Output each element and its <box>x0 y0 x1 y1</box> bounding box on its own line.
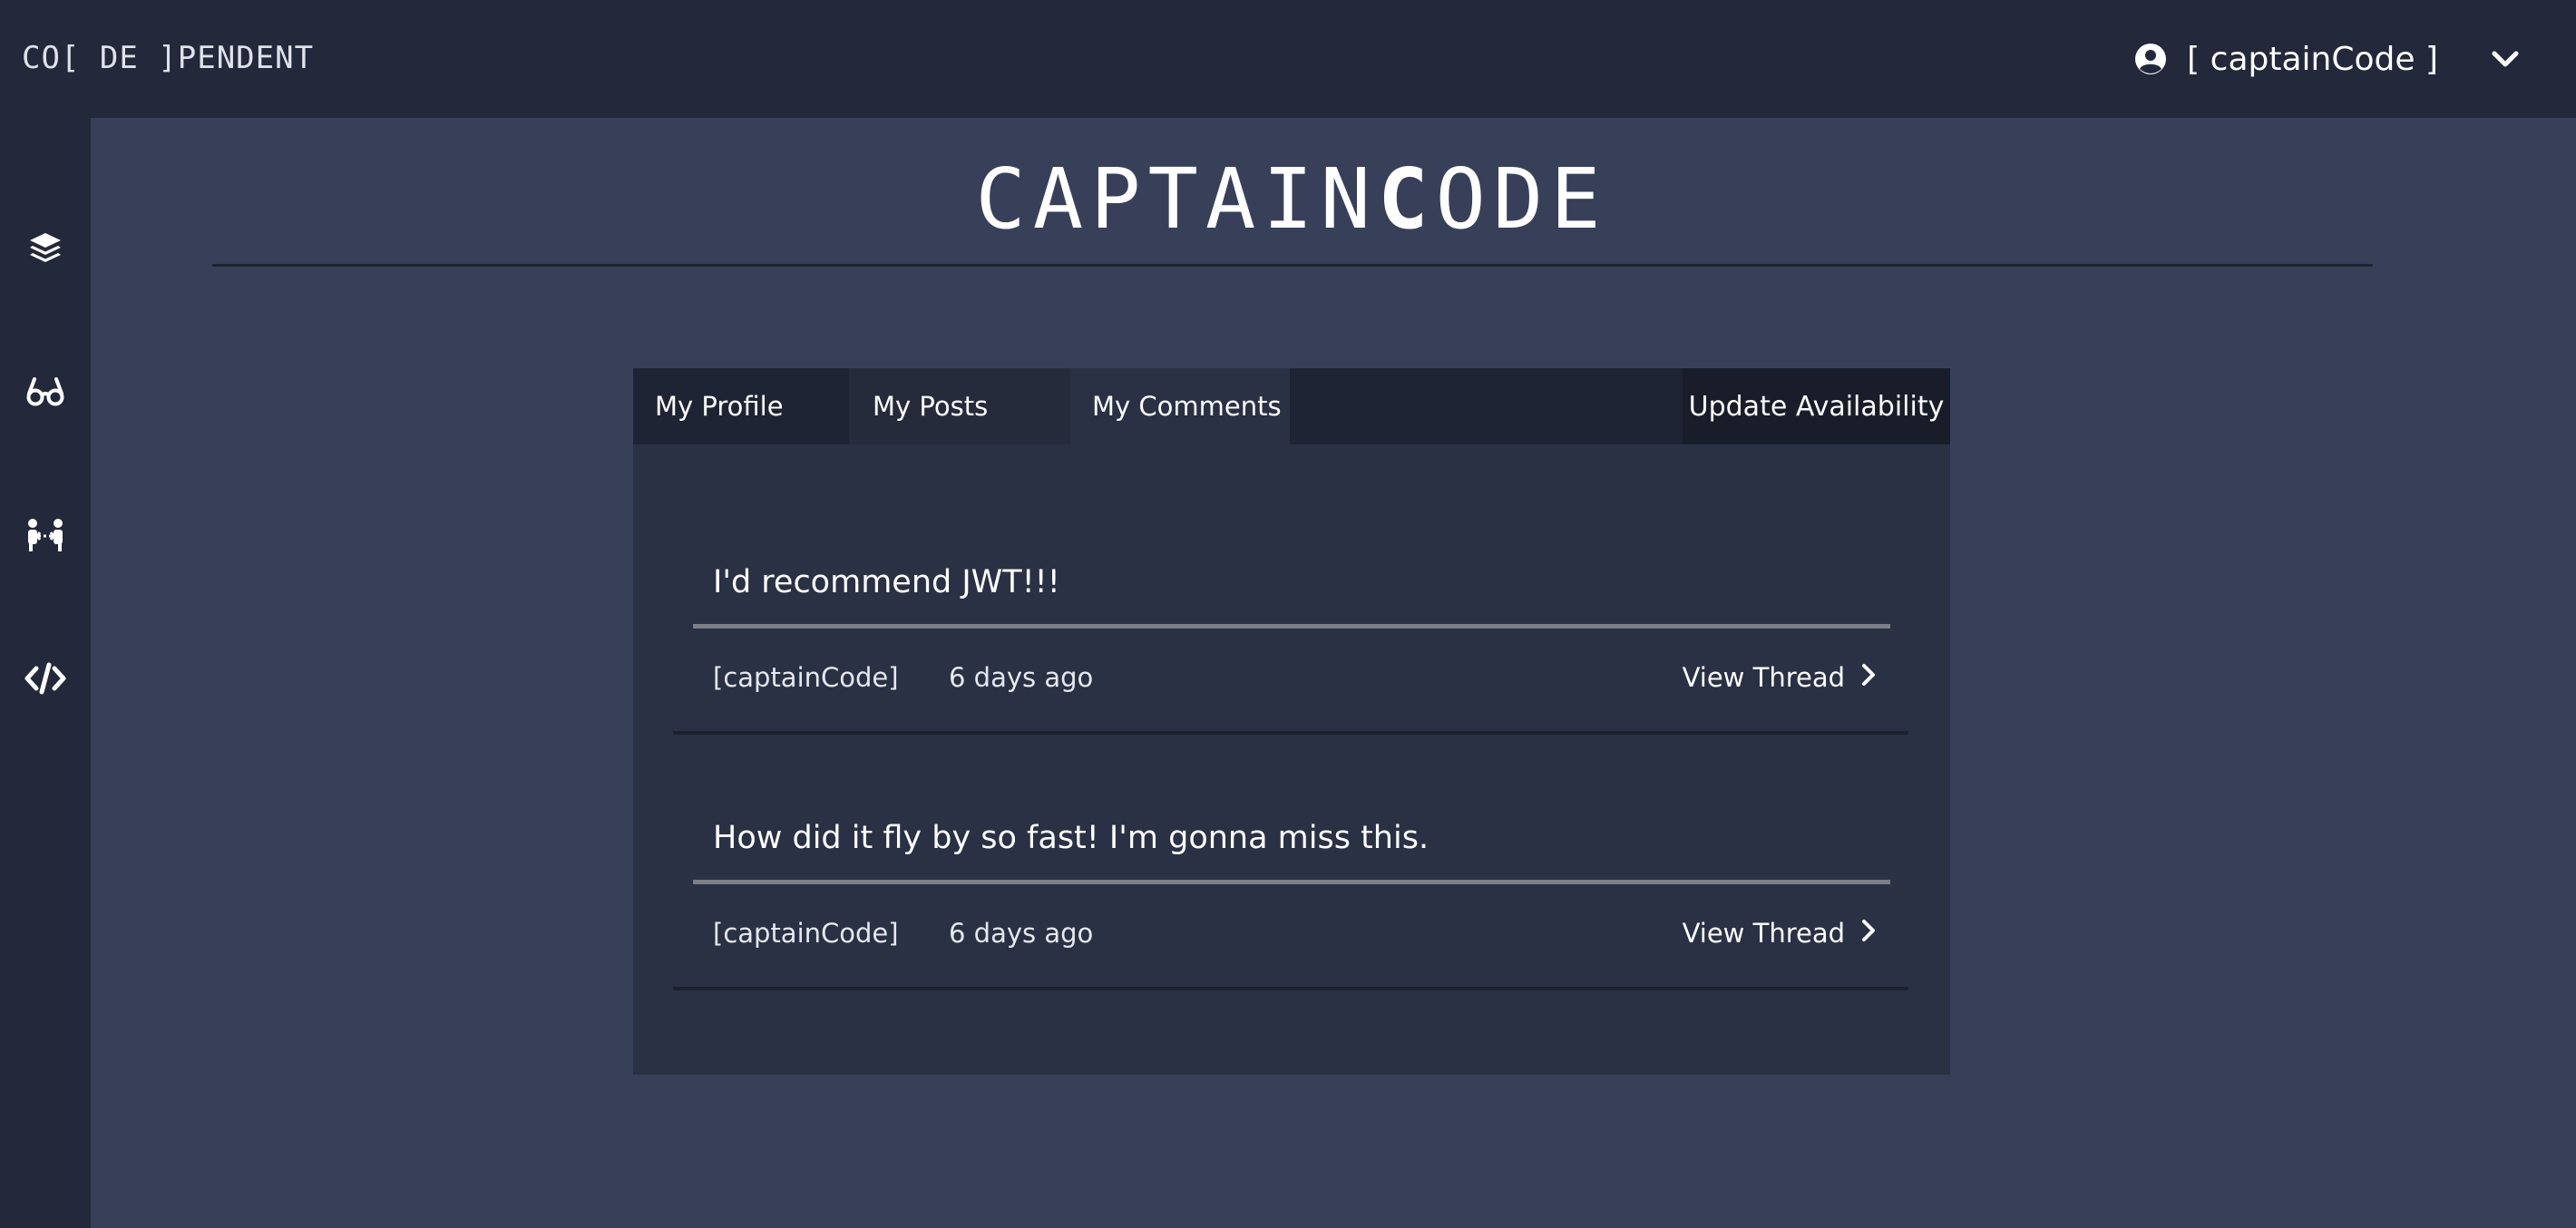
comment-author: [captainCode] <box>713 662 899 693</box>
page-title: CAPTAINCODE <box>212 149 2371 250</box>
sidebar-item-browse[interactable] <box>25 374 65 414</box>
comment-author: [captainCode] <box>713 918 899 949</box>
user-name[interactable]: [ captainCode ] <box>2187 41 2438 78</box>
chevron-right-icon <box>1861 662 1876 693</box>
comment-separator <box>673 987 1908 990</box>
tab-my-comments[interactable]: My Comments <box>1070 368 1290 444</box>
comment-divider <box>693 880 1890 884</box>
comment-timestamp: 6 days ago <box>949 918 1094 949</box>
tab-my-profile[interactable]: My Profile <box>633 368 851 444</box>
page-title-bold: C <box>1378 151 1436 248</box>
code-icon <box>24 660 66 700</box>
sidebar-item-projects[interactable] <box>25 230 65 270</box>
sidebar <box>0 118 91 1228</box>
chevron-down-icon[interactable] <box>2491 49 2520 69</box>
chevron-right-icon <box>1861 918 1876 949</box>
comment-divider <box>693 624 1890 629</box>
brand-logo[interactable]: CO[ DE ]PENDENT <box>22 40 314 76</box>
view-thread-link[interactable]: View Thread <box>1683 912 1876 954</box>
sidebar-item-code[interactable] <box>24 660 66 700</box>
view-thread-link[interactable]: View Thread <box>1683 657 1876 698</box>
page-title-part1: CAPTAIN <box>975 151 1379 248</box>
top-bar: CO[ DE ]PENDENT [ captainCode ] <box>0 0 2576 118</box>
profile-panel: My Profile My Posts My Comments Update A… <box>633 368 1950 1075</box>
sidebar-item-connect[interactable] <box>25 517 65 557</box>
comment-text: I'd recommend JWT!!! <box>713 564 1060 600</box>
people-connect-icon <box>25 517 65 557</box>
view-thread-label: View Thread <box>1682 662 1845 693</box>
user-avatar-icon <box>2134 43 2167 75</box>
page-title-part2: ODE <box>1435 151 1608 248</box>
user-menu[interactable]: [ captainCode ] <box>2134 31 2520 87</box>
comment-item: I'd recommend JWT!!! [captainCode] 6 day… <box>673 562 1908 805</box>
comment-separator <box>673 731 1908 735</box>
update-availability-button[interactable]: Update Availability <box>1683 368 1950 444</box>
comment-text: How did it fly by so fast! I'm gonna mis… <box>713 820 1429 856</box>
glasses-icon <box>25 374 65 414</box>
comment-timestamp: 6 days ago <box>949 662 1094 693</box>
tab-my-posts[interactable]: My Posts <box>851 368 1070 444</box>
title-divider <box>212 264 2373 267</box>
comment-item: How did it fly by so fast! I'm gonna mis… <box>673 818 1908 1061</box>
view-thread-label: View Thread <box>1682 918 1845 949</box>
tab-bar: My Profile My Posts My Comments Update A… <box>633 368 1950 444</box>
layers-icon <box>27 230 63 270</box>
